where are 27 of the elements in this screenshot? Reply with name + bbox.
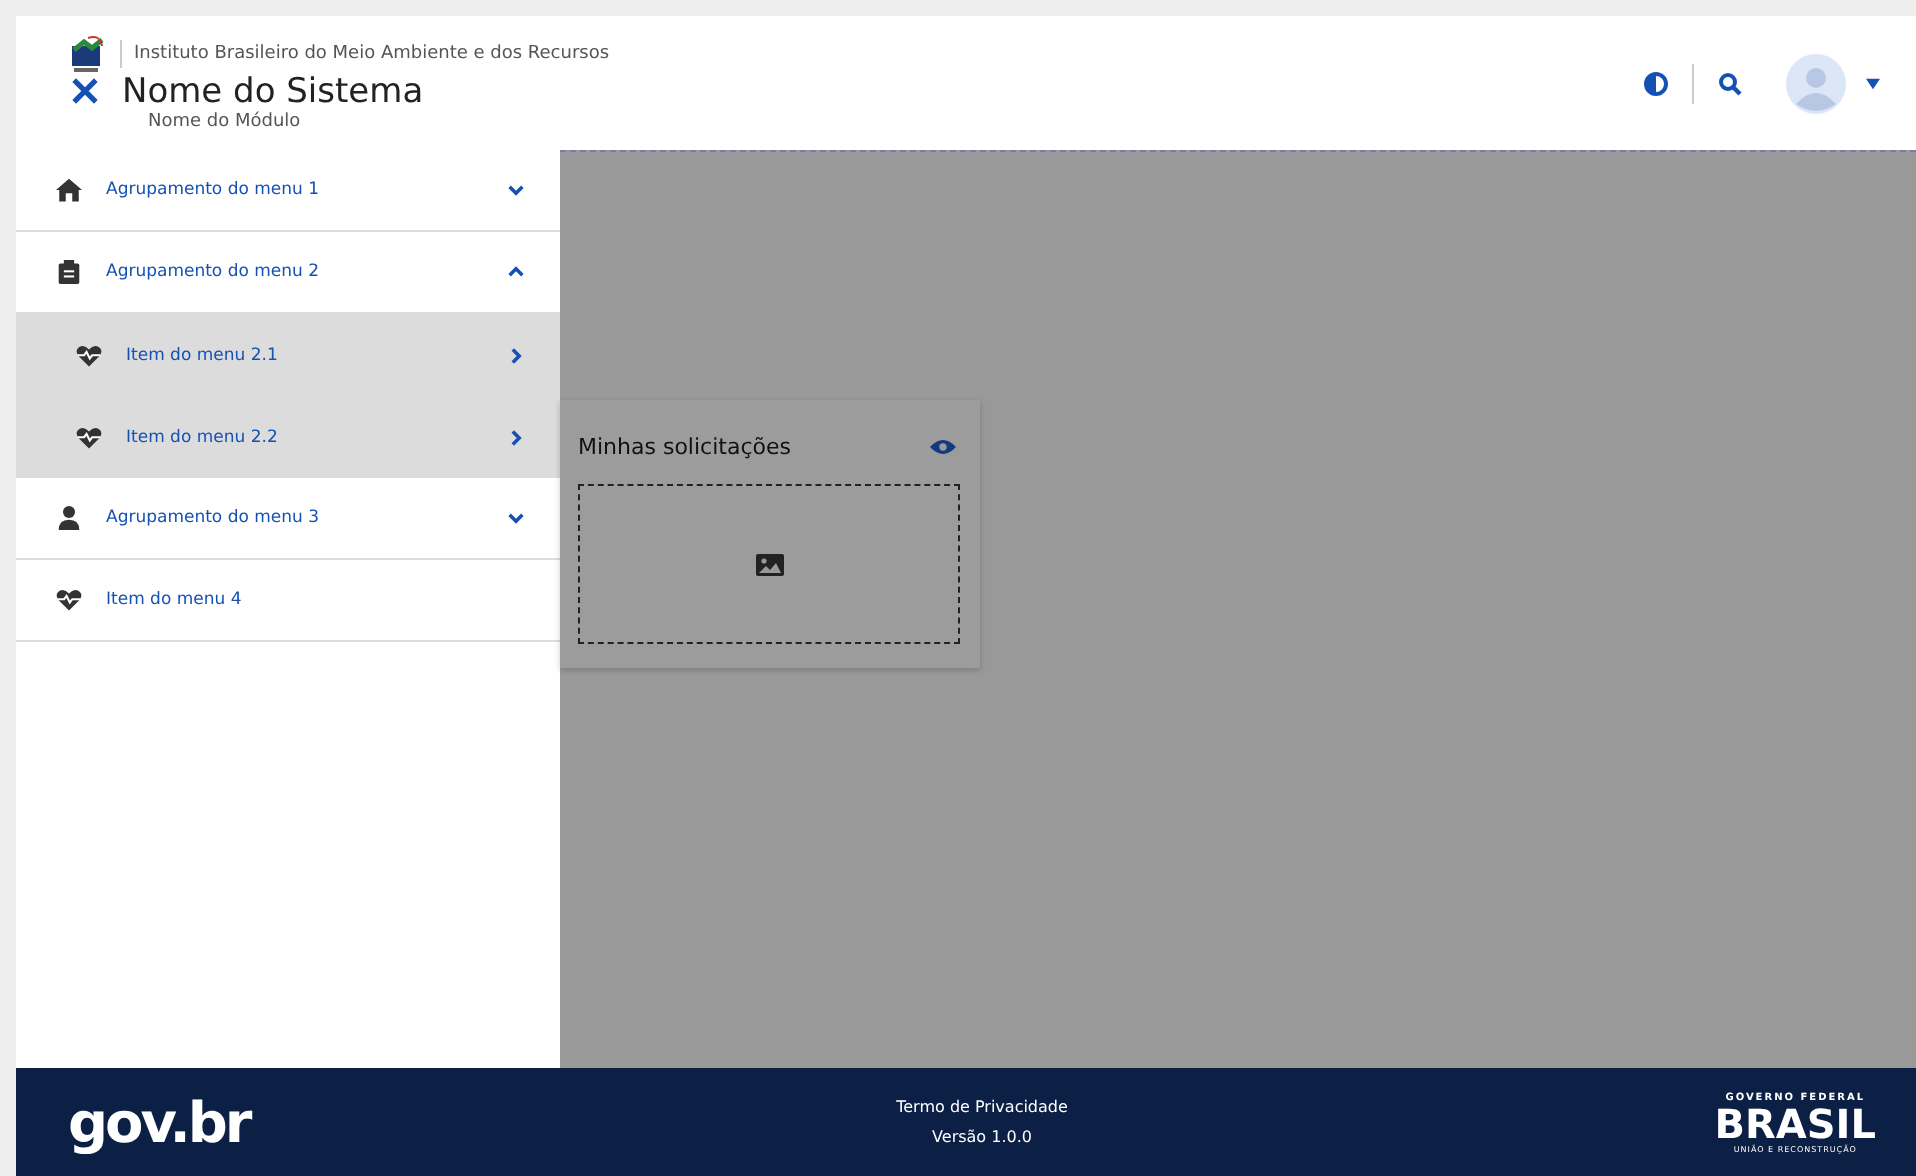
close-menu-button[interactable]: [68, 74, 102, 108]
image-icon: [755, 553, 783, 575]
chevron-down-icon: [508, 182, 524, 198]
system-name: Nome do Sistema: [122, 71, 424, 111]
chevron-right-icon: [508, 347, 524, 363]
card-title: Minhas solicitações: [578, 433, 791, 459]
user-icon: [56, 506, 82, 530]
contrast-button[interactable]: [1640, 67, 1672, 99]
chevron-right-icon: [508, 429, 524, 445]
footer-text: Termo de Privacidade: [896, 1098, 1068, 1116]
heart-pulse-icon: [76, 343, 102, 367]
institution-name: Instituto Brasileiro do Meio Ambiente e dos Recursos: [134, 43, 610, 63]
chevron-down-icon: [508, 510, 524, 526]
heart-pulse-icon: [76, 425, 102, 449]
module-name: Nome do Módulo: [148, 111, 303, 131]
menu-item[interactable]: Item do menu 2.1: [16, 314, 560, 396]
caret-down-icon: [1866, 77, 1880, 89]
search-button[interactable]: [1714, 67, 1746, 99]
chevron-up-icon: [508, 264, 524, 280]
menu-item[interactable]: Item do menu 2.2: [16, 396, 560, 478]
heart-pulse-icon: [56, 588, 82, 612]
brand-logo: BRASIL: [1714, 1103, 1876, 1143]
clipboard-icon: [56, 260, 82, 284]
home-icon: [56, 178, 82, 202]
footer-logo: gov.br: [68, 1089, 250, 1155]
institution-logo-icon: [68, 33, 108, 73]
footer-text: Versão 1.0.0: [932, 1128, 1032, 1146]
